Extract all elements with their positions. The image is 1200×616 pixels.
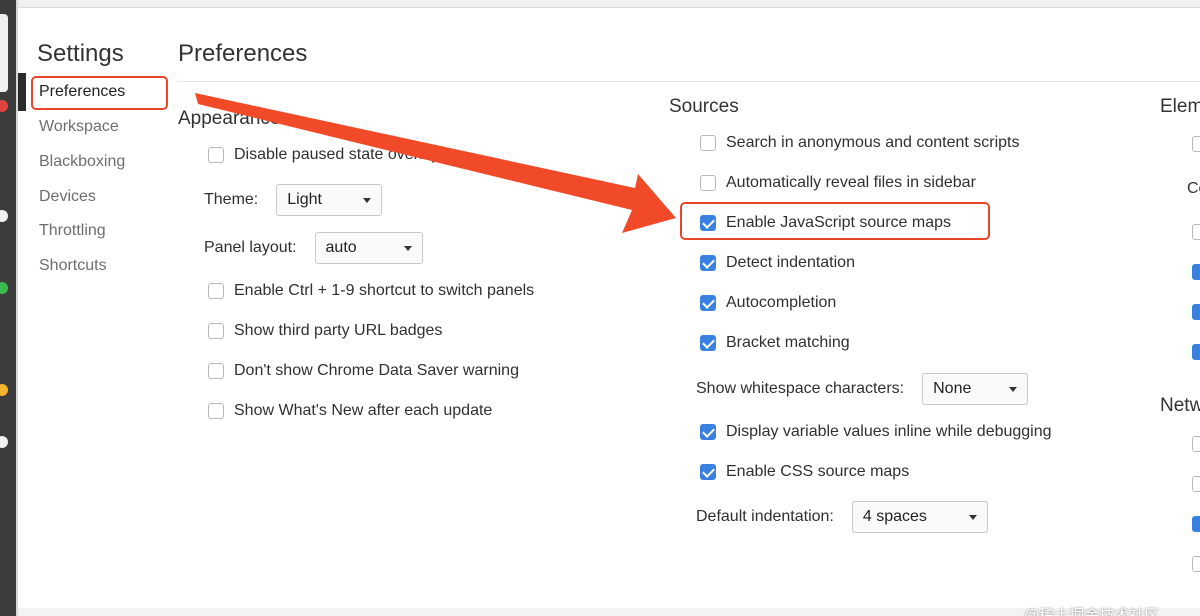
checkbox[interactable] (208, 323, 224, 339)
checkbox[interactable] (1192, 476, 1200, 492)
checkbox[interactable] (700, 175, 716, 191)
sidebar-item-throttling[interactable]: Throttling (39, 222, 106, 240)
window-edge-tab (0, 14, 8, 92)
whats-new-checkbox-row[interactable]: Show What's New after each update (208, 402, 492, 420)
panel-layout-select-value: auto (325, 239, 357, 256)
whitespace-select-value: None (933, 380, 972, 397)
sidebar-item-blackboxing[interactable]: Blackboxing (39, 153, 125, 171)
checkbox-checked[interactable] (700, 295, 716, 311)
checkbox[interactable] (1192, 556, 1200, 572)
window-edge-yellow-dot (0, 384, 8, 396)
checkbox[interactable] (1192, 436, 1200, 452)
data-saver-warning-checkbox-row[interactable]: Don't show Chrome Data Saver warning (208, 362, 519, 380)
window-top-border (18, 0, 1200, 8)
window-edge-red-dot (0, 100, 8, 112)
annotation-arrow (195, 93, 676, 233)
watermark-text: @稀土掘金技术社区 (1024, 607, 1160, 616)
checkbox-label: Show What's New after each update (234, 402, 493, 419)
bracket-matching-checkbox-row[interactable]: Bracket matching (700, 334, 850, 352)
checkbox-label: Disable paused state overlay (234, 146, 440, 163)
annotation-highlight-preferences (31, 76, 168, 110)
theme-label: Theme: (204, 191, 259, 208)
checkbox-label: Bracket matching (726, 334, 850, 351)
theme-select-value: Light (287, 191, 322, 208)
panel-layout-select[interactable]: auto (314, 232, 423, 264)
checkbox-label: Show third party URL badges (234, 322, 443, 339)
checkbox-checked[interactable] (1192, 344, 1200, 360)
third-party-badges-checkbox-row[interactable]: Show third party URL badges (208, 322, 442, 340)
css-source-maps-checkbox-row[interactable]: Enable CSS source maps (700, 463, 909, 481)
chevron-down-icon (968, 514, 977, 520)
default-indentation-select[interactable]: 4 spaces (851, 501, 988, 533)
search-anonymous-scripts-checkbox-row[interactable]: Search in anonymous and content scripts (700, 134, 1020, 152)
ctrl-shortcut-checkbox-row[interactable]: Enable Ctrl + 1-9 shortcut to switch pan… (208, 282, 534, 300)
checkbox-label: Don't show Chrome Data Saver warning (234, 362, 519, 379)
checkbox-label: Enable Ctrl + 1-9 shortcut to switch pan… (234, 282, 535, 299)
window-edge-white-dot (0, 436, 8, 448)
checkbox-label: Search in anonymous and content scripts (726, 134, 1020, 151)
whitespace-row: Show whitespace characters: None (696, 373, 1029, 405)
panel-layout-label: Panel layout: (204, 239, 297, 256)
bottom-border (18, 608, 1200, 616)
checkbox[interactable] (208, 283, 224, 299)
page-title: Preferences (178, 40, 308, 67)
checkbox-checked[interactable] (700, 424, 716, 440)
default-indentation-label: Default indentation: (696, 508, 834, 525)
checkbox-label: Autocompletion (726, 294, 837, 311)
checkbox[interactable] (700, 135, 716, 151)
window-edge-white-dot (0, 210, 8, 222)
panel-layout-row: Panel layout: auto (204, 232, 423, 264)
annotation-highlight-js-source-maps (680, 202, 990, 240)
checkbox-checked[interactable] (1192, 264, 1200, 280)
chevron-down-icon (1009, 386, 1018, 392)
whitespace-select[interactable]: None (922, 373, 1029, 405)
checkbox[interactable] (208, 147, 224, 163)
settings-title: Settings (37, 40, 124, 67)
checkbox-checked[interactable] (700, 335, 716, 351)
sidebar-selected-indicator (18, 73, 26, 111)
disable-paused-overlay-checkbox-row[interactable]: Disable paused state overlay (208, 146, 439, 164)
default-indentation-select-value: 4 spaces (862, 508, 927, 525)
checkbox-checked[interactable] (1192, 304, 1200, 320)
sidebar-item-devices[interactable]: Devices (39, 188, 96, 206)
sidebar-item-workspace[interactable]: Workspace (39, 118, 119, 136)
elements-section-title: Elem (1160, 96, 1200, 117)
checkbox-label: Display variable values inline while deb… (726, 423, 1052, 440)
checkbox-checked[interactable] (700, 255, 716, 271)
inline-values-checkbox-row[interactable]: Display variable values inline while deb… (700, 423, 1052, 441)
sources-section-title: Sources (669, 96, 739, 117)
window-edge-green-dot (0, 282, 8, 294)
checkbox-checked[interactable] (1192, 516, 1200, 532)
appearance-section-title: Appearance (178, 108, 281, 129)
checkbox-label: Automatically reveal files in sidebar (726, 174, 976, 191)
sidebar-item-shortcuts[interactable]: Shortcuts (39, 257, 107, 275)
detect-indentation-checkbox-row[interactable]: Detect indentation (700, 254, 855, 272)
title-divider (178, 81, 1200, 82)
elements-subsection-title: Co (1187, 180, 1200, 197)
checkbox-label: Enable CSS source maps (726, 463, 910, 480)
checkbox[interactable] (208, 363, 224, 379)
network-section-title: Netw (1160, 395, 1200, 416)
checkbox[interactable] (208, 403, 224, 419)
checkbox[interactable] (1192, 136, 1200, 152)
autocompletion-checkbox-row[interactable]: Autocompletion (700, 294, 836, 312)
whitespace-label: Show whitespace characters: (696, 380, 905, 397)
theme-select[interactable]: Light (276, 184, 383, 216)
reveal-files-checkbox-row[interactable]: Automatically reveal files in sidebar (700, 174, 976, 192)
checkbox-checked[interactable] (700, 464, 716, 480)
chevron-down-icon (403, 245, 412, 251)
checkbox-label: Detect indentation (726, 254, 855, 271)
chevron-down-icon (363, 197, 372, 203)
theme-row: Theme: Light (204, 184, 383, 216)
default-indentation-row: Default indentation: 4 spaces (696, 501, 988, 533)
window-edge (0, 0, 16, 616)
checkbox[interactable] (1192, 224, 1200, 240)
